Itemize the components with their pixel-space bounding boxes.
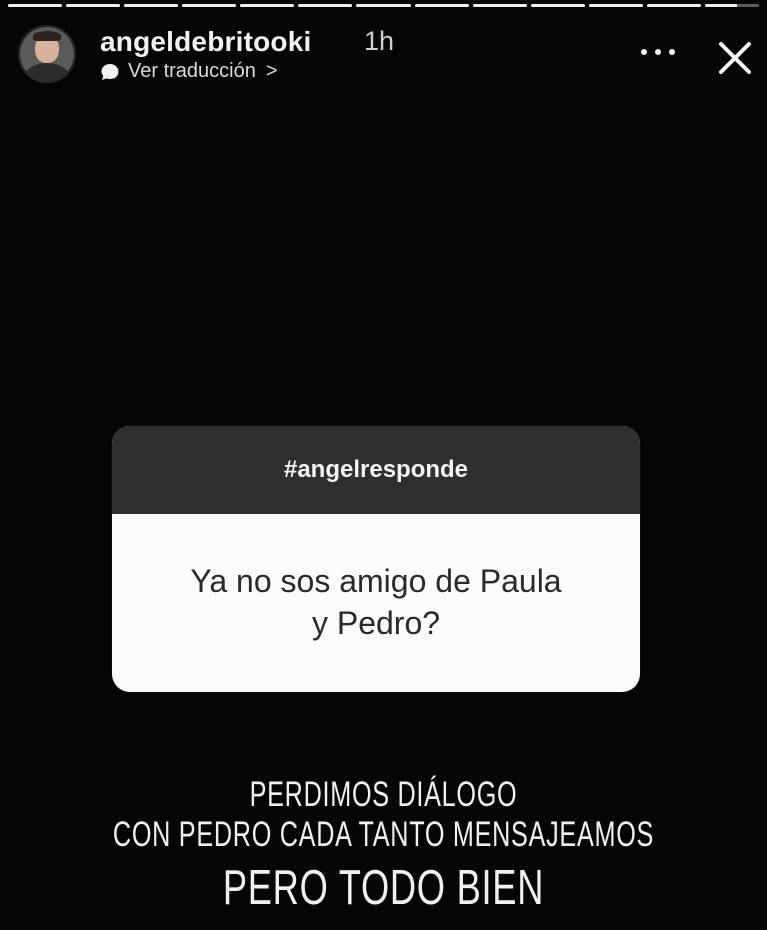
close-button[interactable]	[715, 38, 755, 78]
story-viewer: angeldebritooki 1h Ver traducción > #ang…	[0, 0, 767, 930]
story-header: angeldebritooki 1h Ver traducción >	[18, 22, 767, 92]
progress-segment	[356, 4, 411, 7]
story-progress-bar	[8, 4, 760, 7]
question-text-line-2: y Pedro?	[311, 605, 441, 641]
progress-segment	[298, 4, 353, 7]
question-sticker-body: Ya no sos amigo de Paula y Pedro?	[112, 514, 640, 692]
progress-segment	[240, 4, 295, 7]
progress-segment	[8, 4, 63, 7]
progress-segment	[588, 4, 643, 7]
question-hashtag: #angelresponde	[283, 456, 469, 483]
progress-segment	[414, 4, 469, 7]
username[interactable]: angeldebritooki	[100, 26, 311, 58]
more-options-button[interactable]	[641, 42, 675, 62]
avatar[interactable]	[18, 25, 76, 83]
more-icon	[641, 49, 647, 55]
progress-segment	[530, 4, 585, 7]
post-time: 1h	[364, 26, 395, 56]
translate-link[interactable]: Ver traducción >	[100, 60, 278, 83]
answer-text-line-2: CON PEDRO CADA TANTO MENSAJEAMOS	[112, 815, 655, 854]
answer-text-line-1: PERDIMOS DIÁLOGO	[249, 775, 518, 814]
question-sticker-header: #angelresponde	[112, 426, 640, 514]
question-text-line-1: Ya no sos amigo de Paula	[190, 563, 562, 600]
progress-segment	[472, 4, 527, 7]
progress-segment	[66, 4, 121, 7]
answer-text-line-3: PERO TODO BIEN	[222, 861, 545, 915]
translate-label: Ver traducción	[128, 60, 256, 82]
close-icon	[719, 42, 751, 74]
progress-segment	[124, 4, 179, 7]
progress-segment	[646, 4, 701, 7]
question-sticker: #angelresponde Ya no sos amigo de Paula …	[112, 426, 640, 692]
translate-icon	[100, 63, 120, 81]
chevron-right-icon: >	[265, 60, 278, 82]
progress-segment	[182, 4, 237, 7]
progress-segment	[704, 4, 760, 7]
